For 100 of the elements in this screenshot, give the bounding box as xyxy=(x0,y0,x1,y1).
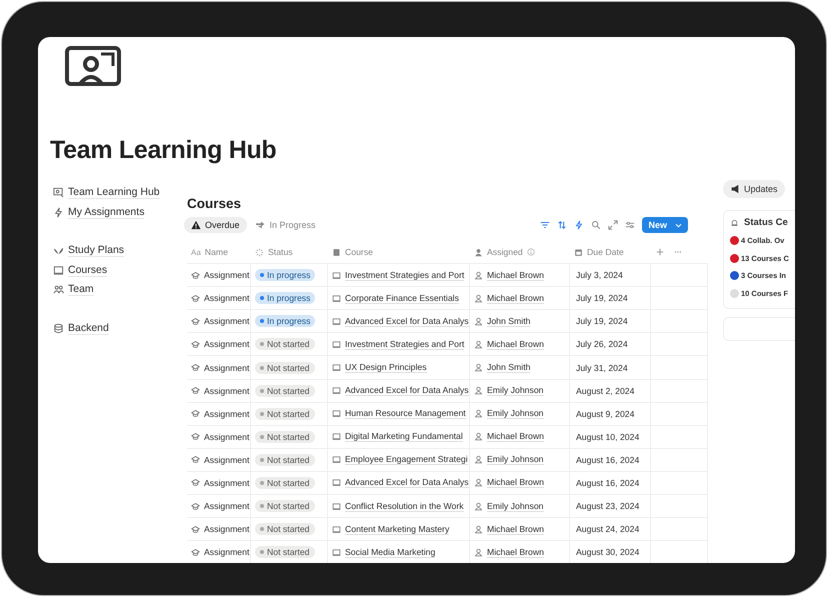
laptop-icon xyxy=(332,363,341,372)
sidebar-item[interactable]: Backend xyxy=(53,318,187,338)
status-tag: Not started xyxy=(255,476,314,489)
table-cell: July 19, 2024 xyxy=(570,310,651,332)
graduation-cap-icon xyxy=(191,316,200,326)
table-cell: August 16, 2024 xyxy=(570,448,651,471)
column-header[interactable]: Course xyxy=(328,241,470,264)
sidebar-item[interactable]: My Assignments xyxy=(53,202,187,222)
sliders-icon[interactable] xyxy=(625,220,636,230)
sidebar-item[interactable]: Study Plans xyxy=(53,241,187,260)
table-cell: Advanced Excel for Data Analys xyxy=(328,472,470,494)
table-cell: Assignment xyxy=(187,287,251,310)
table-cell: Assignment xyxy=(187,495,251,518)
table-cell: August 16, 2024 xyxy=(570,472,651,494)
table-cell: Employee Engagement Strategi xyxy=(328,448,470,471)
laptop-icon xyxy=(332,478,341,488)
status-tag: Not started xyxy=(255,546,314,558)
lightning-icon[interactable] xyxy=(574,220,584,230)
table-cell: July 31, 2024 xyxy=(570,356,651,379)
status-tag: Not started xyxy=(255,408,314,420)
laptop-icon xyxy=(332,524,341,534)
table-cell: Assignment xyxy=(187,310,251,332)
graduation-cap-icon xyxy=(191,270,200,280)
status-tag: In progress xyxy=(255,315,316,328)
table-cell: August 23, 2024 xyxy=(570,495,651,518)
laptop-icon xyxy=(53,264,64,276)
table-cell: August 2, 2024 xyxy=(570,380,651,402)
updates-button[interactable]: Updates xyxy=(723,180,785,198)
column-header[interactable]: Status xyxy=(251,241,328,264)
table-cell: July 19, 2024 xyxy=(570,287,651,310)
table-cell: July 26, 2024 xyxy=(570,333,651,356)
laptop-icon xyxy=(332,340,341,349)
person-icon xyxy=(474,548,483,557)
table-cell: Assignment xyxy=(187,518,251,540)
table-cell: Social Media Marketing xyxy=(328,541,470,563)
search-icon[interactable] xyxy=(591,220,602,230)
table-cell: Assignment xyxy=(187,472,251,494)
table-cell: Emily Johnson xyxy=(470,380,570,402)
person-icon xyxy=(474,270,483,280)
column-header[interactable]: Aa Name xyxy=(187,241,251,264)
view-tab[interactable]: Overdue xyxy=(184,217,247,233)
table-cell: Michael Brown xyxy=(470,264,570,286)
megaphone-icon xyxy=(730,184,740,194)
table-cell: Corporate Finance Essentials xyxy=(328,287,470,310)
person-icon xyxy=(474,316,483,326)
table-cell: Assignment xyxy=(187,426,251,448)
book-icon xyxy=(332,248,341,257)
person-icon xyxy=(474,432,483,442)
expand-icon[interactable] xyxy=(608,220,618,230)
table-cell: Michael Brown xyxy=(470,541,570,563)
person-icon xyxy=(474,363,483,372)
status-tag: Not started xyxy=(255,362,314,374)
graduation-cap-icon xyxy=(191,432,200,442)
table-cell: Michael Brown xyxy=(470,333,570,356)
sidebar-item[interactable]: Courses xyxy=(53,260,187,280)
plus-icon[interactable] xyxy=(656,248,664,256)
graduation-cap-icon xyxy=(191,294,200,303)
table-cell: Content Marketing Mastery xyxy=(328,518,470,540)
status-tag: Not started xyxy=(255,430,314,443)
filter-icon[interactable] xyxy=(540,220,550,230)
graduation-cap-icon xyxy=(191,409,200,418)
laptop-icon xyxy=(332,432,341,442)
status-tag: Not started xyxy=(255,454,314,466)
graduation-cap-icon xyxy=(191,386,200,396)
table-cell: Assignment xyxy=(187,264,251,286)
laptop-icon xyxy=(332,270,341,280)
table-cell: Emily Johnson xyxy=(470,402,570,425)
graduation-cap-icon xyxy=(191,502,200,511)
page-title: Team Learning Hub xyxy=(50,136,278,165)
table-cell: July 3, 2024 xyxy=(570,264,651,286)
empty-card xyxy=(723,317,795,341)
person-icon xyxy=(474,340,483,349)
person-icon xyxy=(474,455,483,464)
view-tab[interactable]: In Progress xyxy=(248,217,323,233)
new-button[interactable]: New xyxy=(642,217,688,233)
laptop-icon xyxy=(332,548,341,557)
table-cell: Assignment xyxy=(187,333,251,356)
table-cell: Michael Brown xyxy=(470,426,570,448)
panel-title: Status Ce xyxy=(744,217,788,228)
column-header[interactable]: Assigned xyxy=(470,241,570,264)
table-cell: August 10, 2024 xyxy=(570,426,651,448)
database-title: Courses xyxy=(187,196,242,211)
status-tag: Not started xyxy=(255,500,314,512)
sidebar-item[interactable]: Team Learning Hub xyxy=(53,183,187,202)
table-cell: Advanced Excel for Data Analys xyxy=(328,310,470,332)
column-header[interactable]: Due Date xyxy=(570,241,651,264)
person-icon xyxy=(474,409,483,418)
spinner-icon xyxy=(255,248,264,257)
lightning-icon xyxy=(53,206,64,218)
table-cell: Digital Marketing Fundamental xyxy=(328,426,470,448)
table-cell: John Smith xyxy=(470,310,570,332)
caret-icon xyxy=(675,222,682,228)
calendar-icon xyxy=(574,248,583,257)
person-icon xyxy=(474,294,483,303)
graduation-cap-icon xyxy=(191,455,200,464)
leaf-icon xyxy=(53,245,64,256)
table-cell: Michael Brown xyxy=(470,472,570,494)
person-icon xyxy=(474,502,483,511)
sidebar-item[interactable]: Team xyxy=(53,280,187,300)
sort-icon[interactable] xyxy=(557,220,568,230)
